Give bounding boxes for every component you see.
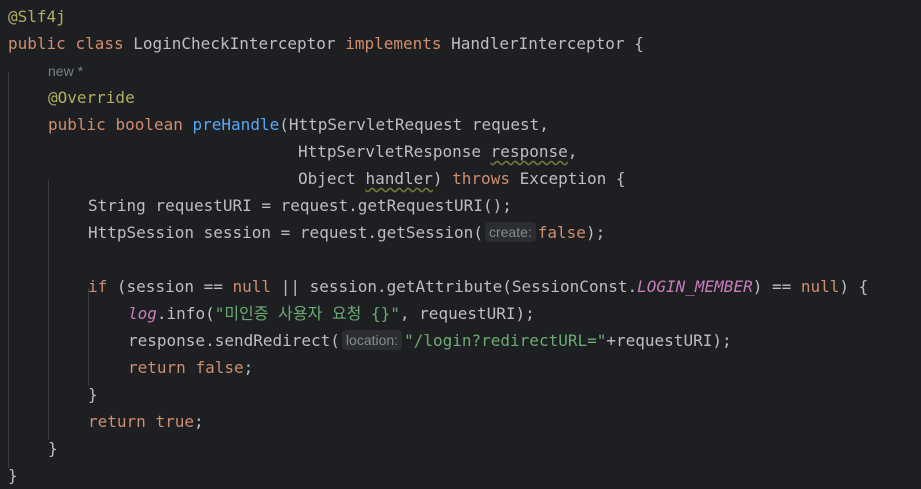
code-line-14[interactable]: return false; [8, 354, 253, 381]
statement-get-session: HttpSession session = request.getSession… [88, 223, 483, 242]
params-request: (HttpServletRequest request, [279, 115, 549, 134]
keyword-class: class [75, 34, 124, 53]
constant-login-member: LOGIN_MEMBER [637, 277, 753, 296]
code-line-12[interactable]: log.info("미인증 사용자 요청 {}", requestURI); [8, 300, 535, 327]
brace-close-class: } [8, 466, 18, 485]
code-line-6[interactable]: HttpServletResponse response, [8, 138, 577, 165]
semicolon: ; [193, 412, 204, 431]
annotation-override: @Override [48, 88, 135, 107]
param-handler: handler [365, 169, 433, 188]
exception-type: Exception { [519, 169, 626, 188]
keyword-null: null [800, 277, 840, 296]
statement-request-uri: String requestURI = request.getRequestUR… [88, 196, 512, 215]
interface-name: HandlerInterceptor [451, 34, 625, 53]
brace-close-if: } [88, 385, 98, 404]
semicolon: ; [243, 358, 254, 377]
code-line-4[interactable]: @Override [8, 84, 135, 111]
code-line-5[interactable]: public boolean preHandle(HttpServletRequ… [8, 111, 549, 138]
param-hint-location: location: [341, 330, 403, 350]
code-line-1[interactable]: @Slf4j [8, 3, 66, 30]
string-redirect-url: "/login?redirectURL=" [404, 331, 607, 350]
code-line-9[interactable]: HttpSession session = request.getSession… [8, 219, 605, 246]
string-log-message: "미인증 사용자 요청 {}" [214, 304, 400, 323]
keyword-return: return [128, 358, 186, 377]
keyword-throws: throws [452, 169, 510, 188]
method-name: preHandle [192, 115, 280, 134]
keyword-false: false [195, 358, 244, 377]
keyword-null: null [232, 277, 272, 296]
condition-end: ) { [839, 277, 869, 296]
keyword-public: public [48, 115, 106, 134]
keyword-public: public [8, 34, 66, 53]
field-log: log [128, 304, 157, 323]
class-name: LoginCheckInterceptor [133, 34, 336, 53]
comma: , [567, 142, 578, 161]
statement-end: , requestURI); [399, 304, 535, 323]
code-line-7[interactable]: Object handler) throws Exception { [8, 165, 626, 192]
method-send-redirect: response.sendRedirect( [128, 331, 340, 350]
param-response: response [490, 142, 568, 161]
annotation-slf4j: @Slf4j [8, 7, 66, 26]
statement-end: ); [585, 223, 606, 242]
code-line-2[interactable]: public class LoginCheckInterceptor imple… [8, 30, 644, 57]
code-line-11[interactable]: if (session == null || session.getAttrib… [8, 273, 868, 300]
code-line-15[interactable]: } [8, 381, 98, 408]
code-line-17[interactable]: } [8, 435, 58, 462]
code-line-3[interactable]: new * [8, 57, 83, 84]
keyword-false: false [537, 223, 586, 242]
keyword-if: if [88, 277, 108, 296]
condition-part-2: || session.getAttribute(SessionConst. [280, 277, 638, 296]
param-type-response: HttpServletResponse [298, 142, 482, 161]
keyword-implements: implements [345, 34, 442, 53]
keyword-true: true [155, 412, 194, 431]
condition-part-3: ) == [752, 277, 792, 296]
method-info: .info( [156, 304, 215, 323]
brace-open: { [634, 34, 644, 53]
condition-part-1: (session == [116, 277, 223, 296]
keyword-return: return [88, 412, 146, 431]
statement-end: +requestURI); [606, 331, 732, 350]
code-line-18[interactable]: } [8, 462, 18, 489]
param-hint-create: create: [484, 222, 536, 242]
keyword-boolean: boolean [115, 115, 183, 134]
code-vision-usages[interactable]: new * [48, 63, 83, 79]
brace-close-method: } [48, 439, 58, 458]
code-editor[interactable]: @Slf4j public class LoginCheckIntercepto… [0, 0, 921, 488]
paren-close: ) [432, 169, 443, 188]
code-line-8[interactable]: String requestURI = request.getRequestUR… [8, 192, 512, 219]
param-type-object: Object [298, 169, 356, 188]
code-line-13[interactable]: response.sendRedirect(location: "/login?r… [8, 327, 732, 354]
code-line-16[interactable]: return true; [8, 408, 204, 435]
